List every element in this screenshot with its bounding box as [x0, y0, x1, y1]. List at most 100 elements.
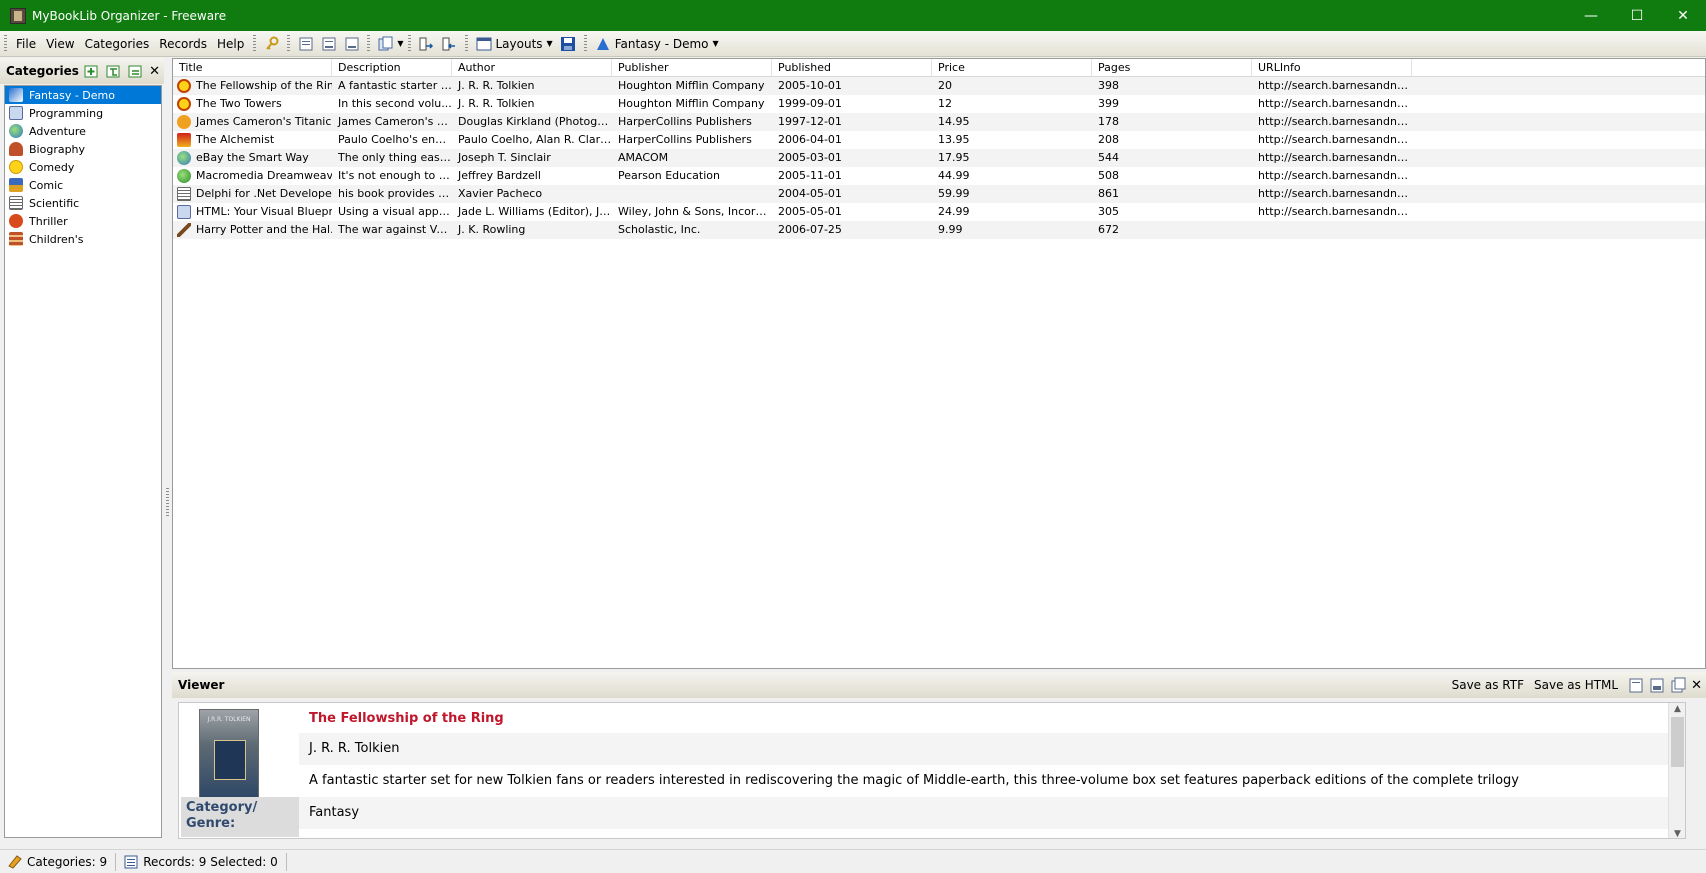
row-title-cell: HTML: Your Visual Bluepr...	[173, 203, 332, 221]
book-icon	[177, 151, 191, 165]
row-title-cell: James Cameron's Titanic	[173, 113, 332, 131]
key-icon[interactable]	[261, 33, 282, 54]
category-item-scientific[interactable]: Scientific	[5, 194, 161, 212]
category-label: Thriller	[29, 214, 68, 228]
edit-record-icon[interactable]	[318, 33, 339, 54]
menu-records[interactable]: Records	[154, 33, 212, 55]
menu-categories[interactable]: Categories	[80, 33, 155, 55]
column-header-published[interactable]: Published	[772, 59, 932, 76]
category-label: Adventure	[29, 124, 86, 138]
chevron-down-icon: ▼	[546, 39, 553, 48]
toolbar-grip	[464, 34, 468, 53]
column-header-author[interactable]: Author	[452, 59, 612, 76]
delete-record-icon[interactable]	[341, 33, 362, 54]
menu-file[interactable]: File	[11, 33, 41, 55]
save-icon[interactable]	[558, 33, 579, 54]
row-published: 2006-04-01	[778, 133, 842, 146]
row-title: Macromedia Dreamweav...	[196, 169, 332, 182]
table-row[interactable]: Harry Potter and the Hal... The war agai…	[173, 221, 1705, 239]
save-as-html-button[interactable]: Save as HTML	[1534, 678, 1618, 692]
status-categories: Categories: 9	[0, 852, 117, 871]
scientific-icon	[9, 196, 23, 210]
row-url: http://search.barnesandno...	[1258, 133, 1412, 146]
close-icon[interactable]: ✕	[1691, 678, 1702, 693]
row-author: Douglas Kirkland (Photograp...	[458, 115, 612, 128]
column-header-title[interactable]: Title	[173, 59, 332, 76]
print-icon[interactable]	[1649, 677, 1666, 694]
add-category-icon[interactable]	[83, 63, 100, 80]
category-label: Scientific	[29, 196, 80, 210]
import-icon[interactable]	[416, 33, 437, 54]
maximize-button[interactable]: ☐	[1614, 0, 1660, 31]
row-price: 12	[938, 97, 952, 110]
category-item-comedy[interactable]: Comedy	[5, 158, 161, 176]
row-description: his book provides e...	[338, 187, 452, 200]
category-label: Comic	[29, 178, 64, 192]
category-dropdown[interactable]: Fantasy - Demo ▼	[591, 33, 723, 55]
thriller-icon	[9, 214, 23, 228]
row-title: HTML: Your Visual Bluepr...	[196, 205, 332, 218]
minimize-button[interactable]: —	[1568, 0, 1614, 31]
toolbar-grip[interactable]	[4, 34, 7, 53]
category-label: Programming	[29, 106, 104, 120]
grid-header: Title Description Author Publisher Publi…	[173, 59, 1705, 77]
column-header-description[interactable]: Description	[332, 59, 452, 76]
layouts-icon	[476, 37, 491, 50]
close-button[interactable]: ✕	[1660, 0, 1706, 31]
menu-view[interactable]: View	[41, 33, 79, 55]
scroll-down-icon[interactable]: ▼	[1669, 829, 1685, 838]
category-item-programming[interactable]: Programming	[5, 104, 161, 122]
row-author: Paulo Coelho, Alan R. Clark...	[458, 133, 612, 146]
row-publisher: HarperCollins Publishers	[618, 115, 752, 128]
table-row[interactable]: Delphi for .Net Develope... his book pro…	[173, 185, 1705, 203]
column-header-pages[interactable]: Pages	[1092, 59, 1252, 76]
close-icon[interactable]: ✕	[149, 64, 160, 79]
category-item-childrens[interactable]: Children's	[5, 230, 161, 248]
person-icon	[9, 142, 23, 156]
column-header-publisher[interactable]: Publisher	[612, 59, 772, 76]
row-published: 2005-10-01	[778, 79, 842, 92]
status-bar: Categories: 9 Records: 9 Selected: 0	[0, 849, 1706, 873]
copy-icon[interactable]	[1670, 677, 1687, 694]
table-row[interactable]: eBay the Smart Way The only thing easie.…	[173, 149, 1705, 167]
menu-help[interactable]: Help	[212, 33, 249, 55]
table-row[interactable]: HTML: Your Visual Bluepr... Using a visu…	[173, 203, 1705, 221]
column-header-price[interactable]: Price	[932, 59, 1092, 76]
row-pages: 861	[1098, 187, 1119, 200]
row-description: The war against Vol...	[338, 223, 452, 236]
fantasy-icon	[596, 37, 609, 50]
viewer-scrollbar[interactable]: ▲ ▼	[1668, 703, 1685, 838]
new-record-icon[interactable]	[295, 33, 316, 54]
table-row[interactable]: The Alchemist Paulo Coelho's ench... Pau…	[173, 131, 1705, 149]
add-subcategory-icon[interactable]	[105, 63, 122, 80]
category-item-fantasy-demo[interactable]: Fantasy - Demo	[5, 86, 161, 104]
toolbar-grip	[407, 34, 411, 53]
status-categories-text: Categories: 9	[27, 854, 108, 869]
category-item-comic[interactable]: Comic	[5, 176, 161, 194]
category-item-adventure[interactable]: Adventure	[5, 122, 161, 140]
scroll-thumb[interactable]	[1671, 717, 1684, 767]
row-title: The Fellowship of the Ring	[196, 79, 332, 92]
row-title: eBay the Smart Way	[196, 151, 309, 164]
row-description: In this second volu...	[338, 97, 452, 110]
category-item-biography[interactable]: Biography	[5, 140, 161, 158]
table-row[interactable]: James Cameron's Titanic James Cameron's …	[173, 113, 1705, 131]
categories-icon	[8, 854, 22, 869]
viewer-panel: Viewer Save as RTF Save as HTML ✕ J.R.R.…	[172, 672, 1706, 841]
layouts-dropdown[interactable]: Layouts ▼	[472, 33, 557, 55]
export-icon[interactable]	[439, 33, 460, 54]
category-item-thriller[interactable]: Thriller	[5, 212, 161, 230]
table-row[interactable]: Macromedia Dreamweav... It's not enough …	[173, 167, 1705, 185]
edit-category-icon[interactable]	[127, 63, 144, 80]
scroll-up-icon[interactable]: ▲	[1669, 704, 1685, 714]
toolbar-grip	[367, 34, 371, 53]
print-preview-icon[interactable]	[1628, 677, 1645, 694]
panel-splitter[interactable]	[164, 58, 172, 841]
table-row[interactable]: The Two Towers In this second volu... J.…	[173, 95, 1705, 113]
save-as-rtf-button[interactable]: Save as RTF	[1452, 678, 1524, 692]
copy-icon[interactable]	[375, 33, 396, 54]
table-row[interactable]: The Fellowship of the Ring A fantastic s…	[173, 77, 1705, 95]
column-header-urlinfo[interactable]: URLInfo	[1252, 59, 1412, 76]
toolbar-grip	[583, 34, 587, 53]
copy-dropdown-caret[interactable]: ▼	[397, 39, 403, 48]
